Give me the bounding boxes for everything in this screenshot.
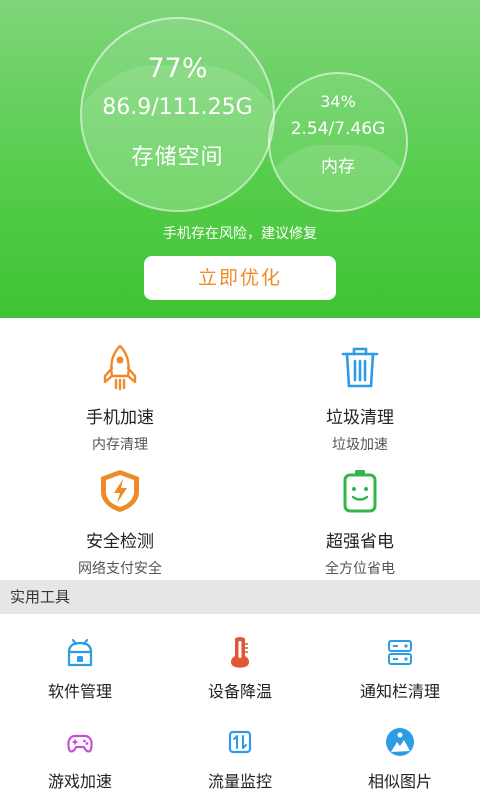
memory-percent: 34% xyxy=(320,92,356,111)
storage-bubble[interactable]: 77% 86.9/111.25G 存储空间 xyxy=(80,17,275,212)
feature-junk-clean[interactable]: 垃圾清理 垃圾加速 xyxy=(240,330,480,453)
tool-label: 软件管理 xyxy=(47,682,112,701)
feature-subtitle: 内存清理 xyxy=(92,437,148,453)
risk-warning: 手机存在风险，建议修复 xyxy=(163,226,317,242)
tool-label: 相似图片 xyxy=(367,772,432,791)
feature-power-saving[interactable]: 超强省电 全方位省电 xyxy=(240,454,480,577)
image-icon xyxy=(386,728,414,756)
feature-title: 垃圾清理 xyxy=(326,408,394,428)
storage-label: 存储空间 xyxy=(131,145,224,170)
tool-label: 流量监控 xyxy=(207,772,272,791)
battery-icon xyxy=(343,470,377,513)
feature-subtitle: 全方位省电 xyxy=(325,561,395,577)
hero-panel: 77% 86.9/111.25G 存储空间 34% 2.54/7.46G 内存 … xyxy=(0,0,480,318)
feature-phone-boost[interactable]: 手机加速 内存清理 xyxy=(0,330,240,453)
shield-icon xyxy=(101,470,139,512)
traffic-icon xyxy=(228,730,252,754)
feature-security-check[interactable]: 安全检测 网络支付安全 xyxy=(0,454,240,577)
tool-similar-photos[interactable]: 相似图片 xyxy=(320,708,480,798)
tool-game-boost[interactable]: 游戏加速 xyxy=(0,708,160,798)
storage-usage: 86.9/111.25G xyxy=(102,95,253,120)
trash-icon xyxy=(341,347,379,388)
memory-usage: 2.54/7.46G xyxy=(290,119,386,139)
android-icon xyxy=(67,638,93,667)
tool-label: 通知栏清理 xyxy=(359,682,440,701)
tool-device-cooling[interactable]: 设备降温 xyxy=(160,618,320,708)
thermometer-icon xyxy=(231,637,249,668)
tool-notification-clean[interactable]: 通知栏清理 xyxy=(320,618,480,708)
optimize-button[interactable]: 立即优化 xyxy=(144,256,336,300)
feature-subtitle: 网络支付安全 xyxy=(78,561,162,577)
memory-label: 内存 xyxy=(321,157,355,177)
gamepad-icon xyxy=(67,734,93,753)
tool-traffic-monitor[interactable]: 流量监控 xyxy=(160,708,320,798)
feature-title: 超强省电 xyxy=(326,532,394,552)
feature-title: 安全检测 xyxy=(86,532,154,552)
rocket-icon xyxy=(103,344,137,391)
tool-label: 设备降温 xyxy=(207,682,272,701)
tools-section-header: 实用工具 xyxy=(0,580,480,614)
memory-bubble[interactable]: 34% 2.54/7.46G 内存 xyxy=(268,72,408,212)
storage-percent: 77% xyxy=(147,53,208,84)
tool-app-manager[interactable]: 软件管理 xyxy=(0,618,160,708)
tool-label: 游戏加速 xyxy=(47,772,112,791)
feature-subtitle: 垃圾加速 xyxy=(332,437,388,453)
feature-title: 手机加速 xyxy=(86,408,154,428)
notification-icon xyxy=(388,640,412,665)
